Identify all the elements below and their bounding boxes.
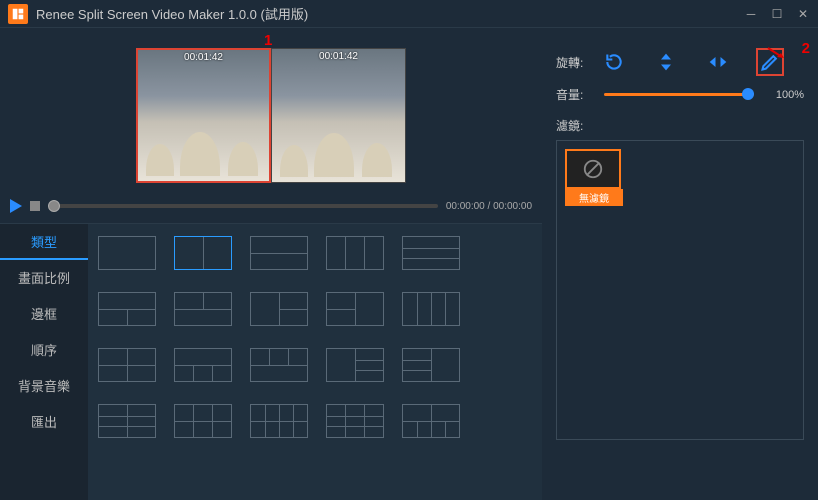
seek-slider[interactable] [48,204,438,208]
filter-box: 無濾鏡 [556,140,804,440]
arrow-annotation [766,46,786,60]
titlebar: Renee Split Screen Video Maker 1.0.0 (試用… [0,0,818,28]
volume-label: 音量: [556,86,590,103]
app-title: Renee Split Screen Video Maker 1.0.0 (試用… [36,4,744,23]
layout-r3e[interactable] [402,348,460,382]
tab-type[interactable]: 類型 [0,224,88,260]
layout-r4b[interactable] [174,404,232,438]
clip-timestamp: 00:01:42 [272,51,405,62]
layout-r2c[interactable] [250,292,308,326]
tab-bg-music[interactable]: 背景音樂 [0,368,88,404]
close-button[interactable]: ✕ [796,7,810,21]
volume-thumb[interactable] [742,88,754,100]
time-display: 00:00:00 / 00:00:00 [446,201,532,212]
tab-export[interactable]: 匯出 [0,404,88,440]
layout-r2d[interactable] [326,292,384,326]
callout-2: 2 [802,40,810,57]
layout-r3b[interactable] [174,348,232,382]
layout-2x2[interactable] [98,348,156,382]
play-button[interactable] [10,199,22,213]
minimize-button[interactable]: ─ [744,7,758,21]
volume-value: 100% [776,89,804,101]
sidebar-tabs: 類型 畫面比例 邊框 順序 背景音樂 匯出 [0,224,88,500]
flip-vertical-icon[interactable] [656,52,676,72]
layout-4v[interactable] [402,292,460,326]
filter-none-label: 無濾鏡 [565,189,623,206]
layout-2h[interactable] [250,236,308,270]
layout-r4e[interactable] [402,404,460,438]
preview-clip-2[interactable]: 00:01:42 [271,48,406,183]
preview-clip-1[interactable]: 00:01:42 [136,48,271,183]
layout-1x1[interactable] [98,236,156,270]
layout-r4c[interactable] [250,404,308,438]
volume-slider[interactable] [604,93,754,96]
rotate-cw-icon[interactable] [604,52,624,72]
app-icon [8,4,28,24]
stop-button[interactable] [30,201,40,211]
maximize-button[interactable]: ☐ [770,7,784,21]
layout-r3d[interactable] [326,348,384,382]
preview-area: 1 00:01:42 00:01:42 [0,28,542,193]
callout-1: 1 [264,32,272,49]
layout-r4a[interactable] [98,404,156,438]
layout-r2a[interactable] [98,292,156,326]
filter-none-thumb[interactable] [565,149,621,189]
playback-bar: 00:00:00 / 00:00:00 [0,193,542,219]
layout-2v[interactable] [174,236,232,270]
seek-thumb[interactable] [48,200,60,212]
layout-picker [88,224,542,500]
clip-timestamp: 00:01:42 [138,52,269,63]
layout-r2b[interactable] [174,292,232,326]
tab-border[interactable]: 邊框 [0,296,88,332]
filter-label: 濾鏡: [556,117,590,134]
flip-horizontal-icon[interactable] [708,52,728,72]
layout-3h[interactable] [402,236,460,270]
tab-order[interactable]: 順序 [0,332,88,368]
filter-item-none[interactable]: 無濾鏡 [565,149,623,206]
properties-panel: 旋轉: 2 音量: 100% [542,28,818,500]
tab-aspect-ratio[interactable]: 畫面比例 [0,260,88,296]
layout-r4d[interactable] [326,404,384,438]
layout-3v[interactable] [326,236,384,270]
layout-r3c[interactable] [250,348,308,382]
rotate-label: 旋轉: [556,54,590,71]
